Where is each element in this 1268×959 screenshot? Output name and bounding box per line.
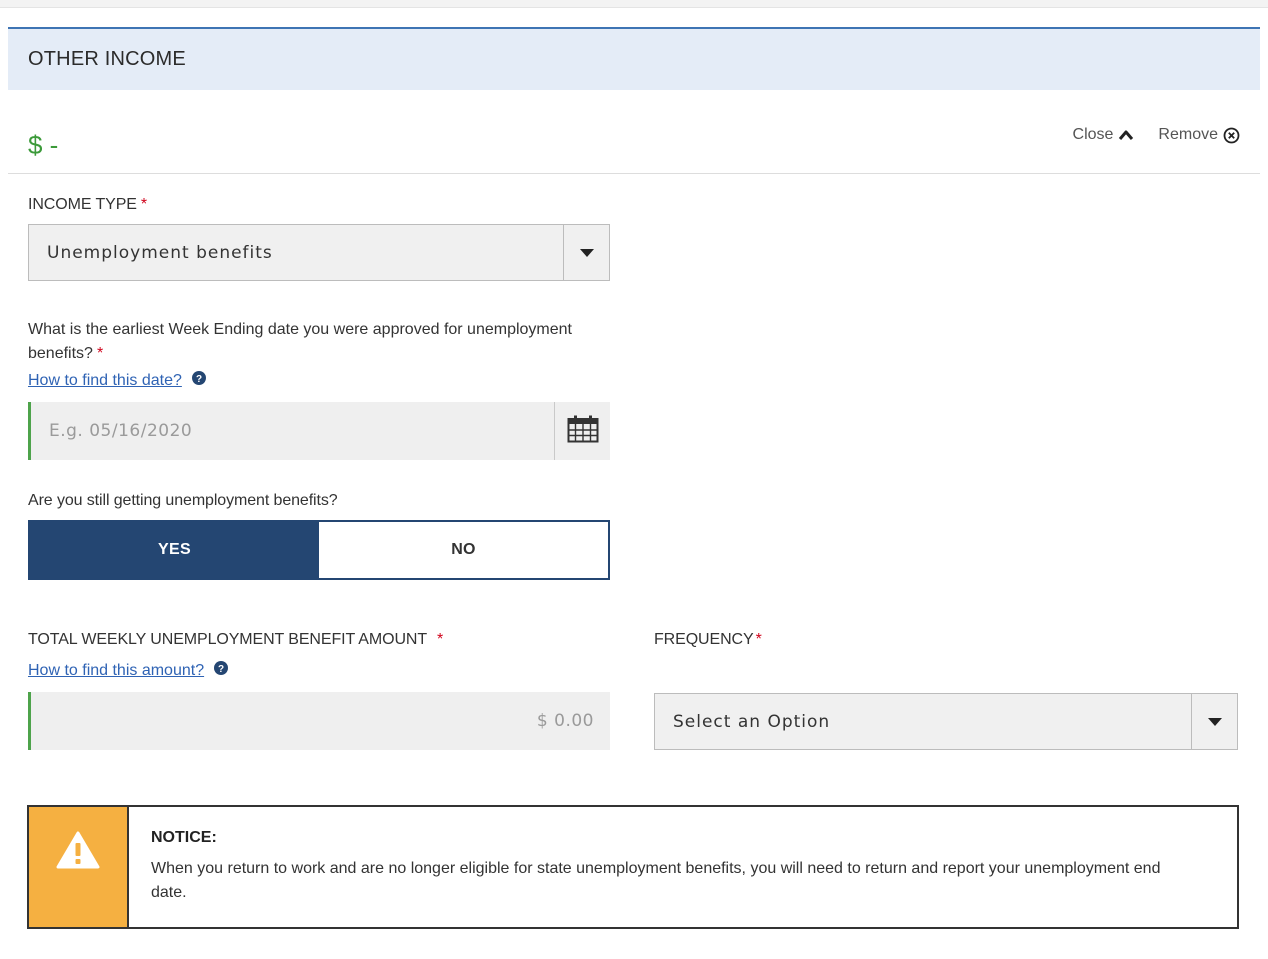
weekly-amount-label: TOTAL WEEKLY UNEMPLOYMENT BENEFIT AMOUNT… <box>28 631 443 649</box>
top-strip <box>0 0 1268 8</box>
caret-down-icon <box>563 225 609 280</box>
find-amount-help-link[interactable]: How to find this amount? ? <box>28 661 229 680</box>
frequency-label-text: FREQUENCY <box>654 631 754 648</box>
caret-down-icon <box>1191 694 1237 749</box>
find-date-help-text: How to find this date? <box>28 371 182 389</box>
income-type-select[interactable]: Unemployment benefits <box>28 224 610 281</box>
notice-title: NOTICE: <box>151 829 217 846</box>
calendar-button[interactable] <box>554 402 610 460</box>
remove-label: Remove <box>1158 126 1218 143</box>
still-getting-toggle: YES NO <box>28 520 610 580</box>
close-label: Close <box>1072 126 1114 143</box>
svg-text:?: ? <box>196 374 202 385</box>
week-ending-date-input[interactable] <box>31 402 551 460</box>
required-marker: * <box>437 631 444 648</box>
required-marker: * <box>755 631 762 648</box>
frequency-label: FREQUENCY * <box>654 631 762 649</box>
weekly-amount-label-text: TOTAL WEEKLY UNEMPLOYMENT BENEFIT AMOUNT <box>28 631 428 648</box>
remove-button[interactable]: Remove <box>1158 126 1240 144</box>
calendar-icon <box>567 415 599 448</box>
section-actions: Close Remove <box>1073 126 1240 144</box>
section-title: OTHER INCOME <box>28 48 186 70</box>
notice-body: NOTICE: When you return to work and are … <box>129 807 1237 927</box>
question-circle-icon: ? <box>191 371 206 390</box>
required-marker: * <box>96 345 104 362</box>
notice-box: NOTICE: When you return to work and are … <box>27 805 1239 929</box>
close-button[interactable]: Close <box>1073 126 1135 144</box>
notice-text: When you return to work and are no longe… <box>151 860 1161 901</box>
required-marker: * <box>140 196 147 213</box>
income-type-label: INCOME TYPE * <box>28 196 147 214</box>
weekly-amount-input[interactable] <box>31 692 610 750</box>
find-date-help-link[interactable]: How to find this date? ? <box>28 371 206 390</box>
income-type-selected: Unemployment benefits <box>47 242 273 263</box>
week-ending-date-field <box>28 402 610 460</box>
yes-button[interactable]: YES <box>30 522 319 578</box>
svg-text:?: ? <box>218 664 224 675</box>
no-button[interactable]: NO <box>319 522 608 578</box>
week-ending-question: What is the earliest Week Ending date yo… <box>28 318 598 366</box>
question-circle-icon: ? <box>214 661 229 680</box>
income-amount: $ - <box>28 130 59 160</box>
find-amount-help-text: How to find this amount? <box>28 661 205 679</box>
week-ending-question-text: What is the earliest Week Ending date yo… <box>28 321 572 362</box>
section-header: OTHER INCOME <box>8 27 1260 90</box>
weekly-amount-field <box>28 692 610 750</box>
still-getting-question: Are you still getting unemployment benef… <box>28 492 338 509</box>
frequency-selected: Select an Option <box>673 711 831 732</box>
income-type-label-text: INCOME TYPE <box>28 196 137 213</box>
warning-triangle-icon <box>56 831 100 927</box>
circle-x-icon <box>1223 127 1240 144</box>
section-divider <box>8 173 1260 174</box>
chevron-up-icon <box>1118 129 1134 141</box>
frequency-select[interactable]: Select an Option <box>654 693 1238 750</box>
notice-icon-column <box>29 807 129 927</box>
